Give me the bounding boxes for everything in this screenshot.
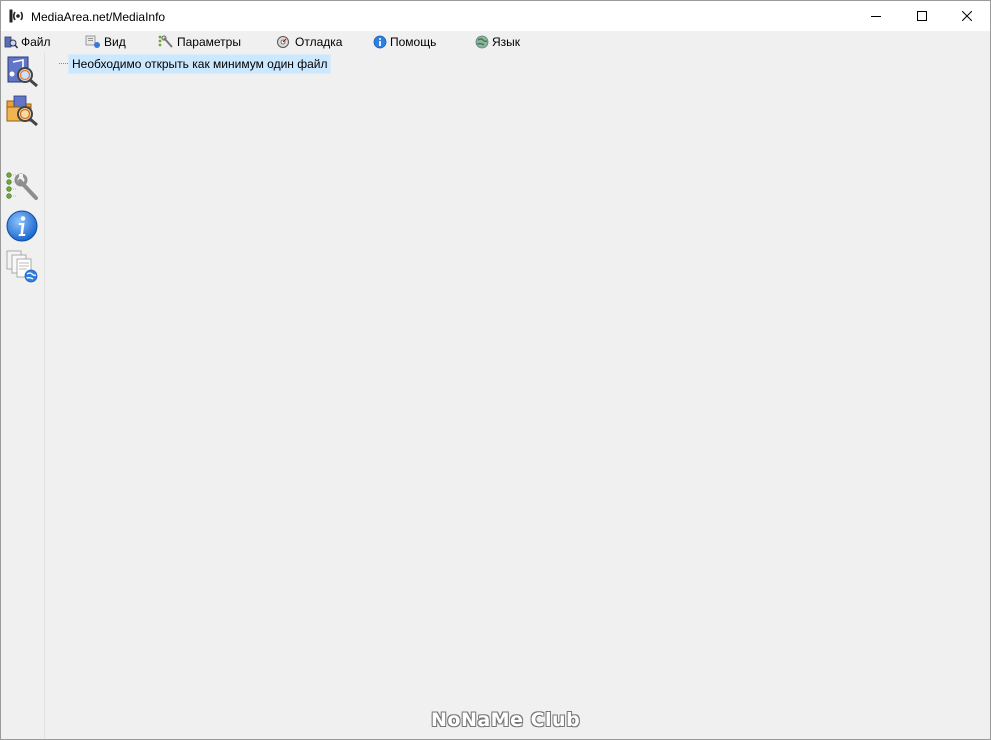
watermark: NoNaMe Club: [431, 709, 581, 731]
side-toolbar: [1, 52, 45, 739]
close-icon: [962, 11, 972, 21]
menu-file[interactable]: Файл: [4, 33, 51, 51]
menu-debug-label: Отладка: [295, 35, 343, 49]
debug-icon: [277, 36, 289, 48]
open-file-button[interactable]: [5, 54, 39, 88]
view-icon: [85, 35, 100, 48]
open-folder-icon: [6, 95, 38, 127]
menu-language[interactable]: Язык: [475, 33, 520, 51]
menu-bar: Файл Вид Параметры Отладка Помощь Язык: [1, 31, 990, 51]
title-bar[interactable]: MediaArea.net/MediaInfo: [1, 1, 990, 31]
file-icon: [4, 36, 18, 49]
menu-language-label: Язык: [492, 35, 521, 49]
menu-help[interactable]: Помощь: [373, 33, 436, 51]
web-knowledge-icon: [6, 250, 38, 283]
menu-view-label: Вид: [104, 35, 126, 49]
menu-view[interactable]: Вид: [85, 33, 126, 51]
maximize-icon: [917, 11, 927, 21]
open-file-icon: [7, 56, 38, 88]
options-icon: [158, 35, 173, 48]
menu-options[interactable]: Параметры: [158, 33, 241, 51]
preferences-icon: [6, 172, 38, 200]
menu-options-label: Параметры: [177, 35, 241, 49]
mediainfo-app-icon[interactable]: [9, 8, 25, 24]
menu-file-label: Файл: [21, 35, 51, 49]
about-button[interactable]: [5, 209, 39, 243]
info-icon: [6, 210, 38, 242]
menu-help-label: Помощь: [390, 35, 437, 49]
tree-node-message[interactable]: Необходимо открыть как минимум один файл: [68, 54, 332, 74]
web-knowledge-button[interactable]: [5, 249, 39, 283]
language-globe-icon: [475, 35, 489, 49]
minimize-button[interactable]: [853, 1, 899, 31]
open-folder-button[interactable]: [5, 93, 39, 127]
maximize-button[interactable]: [899, 1, 945, 31]
info-tree-view[interactable]: Необходимо открыть как минимум один файл: [45, 52, 990, 739]
window-title: MediaArea.net/MediaInfo: [31, 10, 166, 24]
menu-debug[interactable]: Отладка: [276, 33, 342, 51]
tree-connector: [59, 63, 68, 64]
minimize-icon: [871, 16, 881, 17]
main-window: MediaArea.net/MediaInfo Файл Вид Парамет…: [0, 0, 991, 740]
help-icon: [373, 35, 387, 49]
close-button[interactable]: [944, 1, 990, 31]
preferences-button[interactable]: [5, 171, 39, 205]
